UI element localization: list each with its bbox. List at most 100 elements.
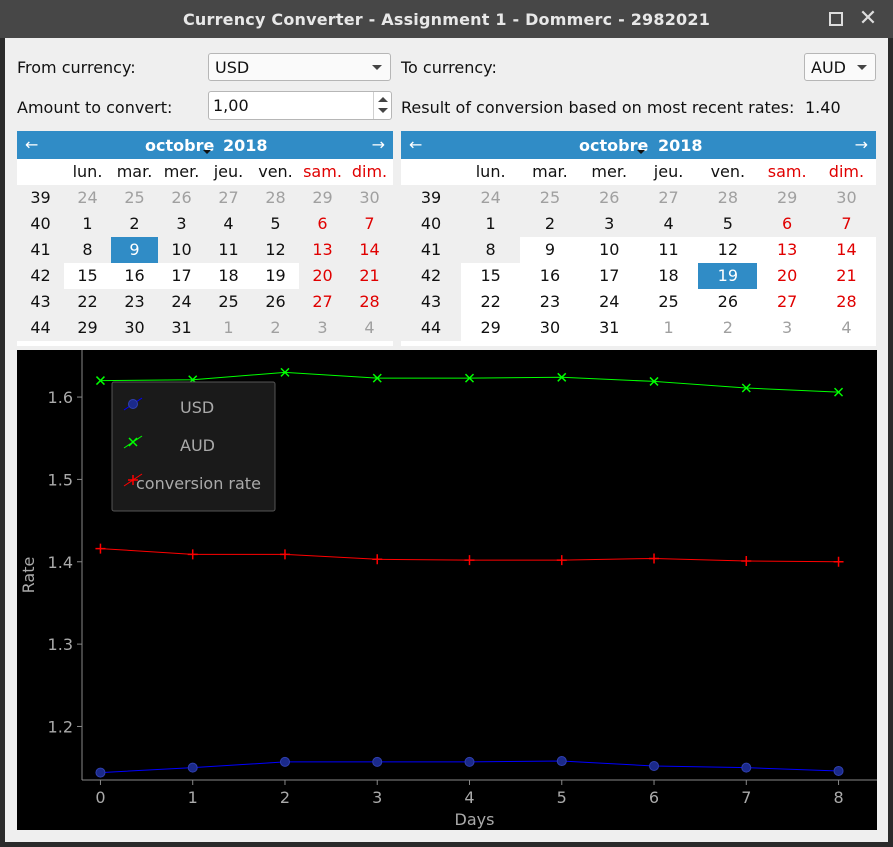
calendar-day[interactable]: 18 bbox=[205, 263, 252, 289]
calendar-day[interactable]: 1 bbox=[461, 211, 520, 237]
month-dropdown-icon[interactable] bbox=[203, 150, 211, 154]
calendar-day[interactable]: 29 bbox=[758, 185, 817, 211]
calendar-day[interactable]: 19 bbox=[698, 263, 758, 289]
calendar-day[interactable]: 21 bbox=[346, 263, 393, 289]
calendar-day[interactable]: 4 bbox=[205, 211, 252, 237]
calendar-day[interactable]: 27 bbox=[299, 289, 346, 315]
calendar-day[interactable]: 7 bbox=[817, 211, 876, 237]
calendar-day[interactable]: 25 bbox=[111, 185, 158, 211]
from-date-calendar[interactable]: ← octobre 2018 → lun. mar. mer. jeu. ven. sam. dim… bbox=[17, 131, 393, 346]
calendar-day[interactable]: 28 bbox=[346, 289, 393, 315]
calendar-day[interactable]: 5 bbox=[698, 211, 757, 237]
calendar-day[interactable]: 28 bbox=[252, 185, 299, 211]
calendar-day[interactable]: 17 bbox=[580, 263, 639, 289]
calendar-day[interactable]: 4 bbox=[817, 315, 876, 341]
calendar-day[interactable]: 4 bbox=[346, 315, 393, 341]
calendar-day[interactable]: 26 bbox=[252, 289, 299, 315]
calendar-day[interactable]: 6 bbox=[758, 211, 817, 237]
calendar-day[interactable]: 28 bbox=[698, 185, 757, 211]
spin-buttons[interactable] bbox=[373, 92, 391, 119]
calendar-day[interactable]: 11 bbox=[639, 237, 698, 263]
calendar-day[interactable]: 27 bbox=[758, 289, 817, 315]
calendar-day[interactable]: 9 bbox=[111, 237, 158, 263]
spin-down-icon[interactable] bbox=[378, 108, 388, 113]
calendar-day[interactable]: 14 bbox=[346, 237, 393, 263]
calendar-day[interactable]: 23 bbox=[111, 289, 158, 315]
calendar-day[interactable]: 3 bbox=[758, 315, 817, 341]
from-currency-select[interactable]: USD bbox=[208, 53, 391, 81]
to-currency-select[interactable]: AUD bbox=[804, 53, 876, 81]
calendar-day[interactable]: 27 bbox=[639, 185, 698, 211]
to-date-calendar[interactable]: ← octobre 2018 → lun. mar. mer. jeu. ven. sam. dim… bbox=[401, 131, 876, 346]
calendar-day[interactable]: 3 bbox=[580, 211, 639, 237]
calendar-day[interactable]: 30 bbox=[520, 315, 579, 341]
calendar-day[interactable]: 3 bbox=[158, 211, 205, 237]
calendar-day[interactable]: 4 bbox=[639, 211, 698, 237]
calendar-day[interactable]: 26 bbox=[698, 289, 757, 315]
calendar-day[interactable]: 20 bbox=[299, 263, 346, 289]
calendar-day[interactable]: 2 bbox=[698, 315, 757, 341]
calendar-day[interactable]: 20 bbox=[758, 263, 817, 289]
year-button[interactable]: 2018 bbox=[223, 136, 268, 155]
calendar-day[interactable]: 21 bbox=[817, 263, 876, 289]
calendar-day[interactable]: 25 bbox=[639, 289, 698, 315]
calendar-day[interactable]: 5 bbox=[252, 211, 299, 237]
calendar-day[interactable]: 2 bbox=[111, 211, 158, 237]
calendar-day[interactable]: 9 bbox=[520, 237, 579, 263]
month-dropdown-icon[interactable] bbox=[637, 150, 645, 154]
calendar-day[interactable]: 29 bbox=[461, 315, 520, 341]
calendar-day[interactable]: 25 bbox=[520, 185, 579, 211]
calendar-day[interactable]: 10 bbox=[580, 237, 639, 263]
calendar-day[interactable]: 12 bbox=[698, 237, 757, 263]
calendar-day[interactable]: 29 bbox=[64, 315, 111, 341]
calendar-day[interactable]: 22 bbox=[64, 289, 111, 315]
calendar-day[interactable]: 1 bbox=[205, 315, 252, 341]
calendar-day[interactable]: 17 bbox=[158, 263, 205, 289]
calendar-day[interactable]: 1 bbox=[64, 211, 111, 237]
calendar-day[interactable]: 18 bbox=[639, 263, 698, 289]
calendar-day[interactable]: 7 bbox=[346, 211, 393, 237]
calendar-day[interactable]: 14 bbox=[817, 237, 876, 263]
calendar-day[interactable]: 30 bbox=[817, 185, 876, 211]
calendar-day[interactable]: 15 bbox=[64, 263, 111, 289]
calendar-day[interactable]: 3 bbox=[299, 315, 346, 341]
spin-up-icon[interactable] bbox=[378, 97, 388, 102]
calendar-day[interactable]: 23 bbox=[520, 289, 579, 315]
calendar-day[interactable]: 16 bbox=[520, 263, 579, 289]
calendar-day[interactable]: 16 bbox=[111, 263, 158, 289]
calendar-day[interactable]: 30 bbox=[111, 315, 158, 341]
calendar-day[interactable]: 26 bbox=[580, 185, 639, 211]
calendar-day[interactable]: 31 bbox=[158, 315, 205, 341]
calendar-day[interactable]: 26 bbox=[158, 185, 205, 211]
arrow-right-icon[interactable]: → bbox=[372, 135, 385, 154]
calendar-day[interactable]: 10 bbox=[158, 237, 205, 263]
calendar-day[interactable]: 30 bbox=[346, 185, 393, 211]
calendar-day[interactable]: 22 bbox=[461, 289, 520, 315]
arrow-left-icon[interactable]: ← bbox=[25, 135, 38, 154]
calendar-day[interactable]: 24 bbox=[64, 185, 111, 211]
calendar-day[interactable]: 29 bbox=[299, 185, 346, 211]
calendar-day[interactable]: 2 bbox=[520, 211, 579, 237]
calendar-day[interactable]: 24 bbox=[461, 185, 520, 211]
calendar-day[interactable]: 25 bbox=[205, 289, 252, 315]
calendar-day[interactable]: 8 bbox=[64, 237, 111, 263]
calendar-day[interactable]: 2 bbox=[252, 315, 299, 341]
year-button[interactable]: 2018 bbox=[658, 136, 703, 155]
maximize-icon[interactable] bbox=[829, 12, 843, 26]
amount-spinbox[interactable]: 1,00 bbox=[208, 91, 392, 120]
calendar-day[interactable]: 6 bbox=[299, 211, 346, 237]
calendar-day[interactable]: 27 bbox=[205, 185, 252, 211]
calendar-day[interactable]: 19 bbox=[252, 263, 299, 289]
arrow-left-icon[interactable]: ← bbox=[409, 135, 422, 154]
calendar-day[interactable]: 1 bbox=[639, 315, 698, 341]
calendar-day[interactable]: 13 bbox=[758, 237, 817, 263]
calendar-day[interactable]: 15 bbox=[461, 263, 520, 289]
calendar-day[interactable]: 31 bbox=[580, 315, 639, 341]
calendar-day[interactable]: 12 bbox=[252, 237, 299, 263]
calendar-day[interactable]: 8 bbox=[461, 237, 520, 263]
close-icon[interactable]: ✕ bbox=[856, 7, 880, 31]
calendar-day[interactable]: 24 bbox=[580, 289, 639, 315]
calendar-day[interactable]: 11 bbox=[205, 237, 252, 263]
calendar-day[interactable]: 28 bbox=[817, 289, 876, 315]
calendar-day[interactable]: 24 bbox=[158, 289, 205, 315]
